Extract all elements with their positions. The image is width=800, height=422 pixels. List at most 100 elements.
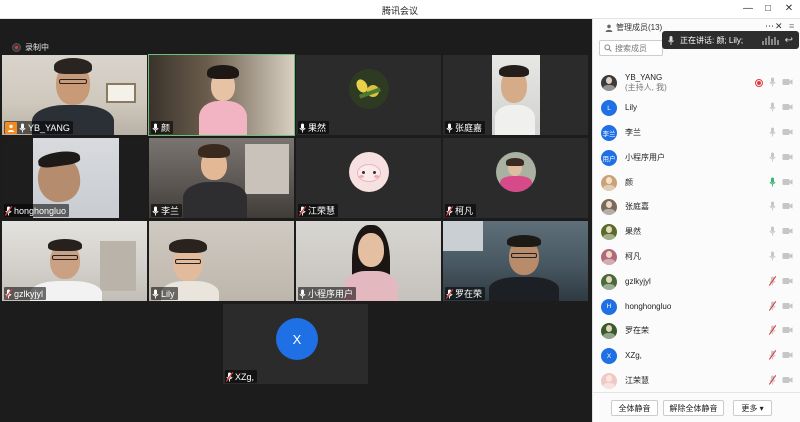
video-tile[interactable]: 柯凡 [442,137,589,219]
member-row[interactable]: 用户 小程序用户 [593,145,800,170]
video-tile[interactable]: 罗在荣 [442,220,589,302]
member-avatar: 用户 [601,149,617,166]
member-avatar [601,199,617,216]
member-mic-icon[interactable] [769,152,776,164]
avatar-photo [606,250,612,258]
member-row[interactable]: 柯凡 [593,245,800,270]
member-mic-icon[interactable] [769,251,776,263]
mic-muted-icon [299,205,306,216]
mic-icon [152,123,159,133]
maximize-icon[interactable]: □ [761,2,775,16]
video-tile[interactable]: gzlkyjyl [1,220,148,302]
member-row[interactable]: 江荣慧 [593,369,800,394]
mic-icon [668,35,674,45]
member-status-icons [769,102,793,114]
member-camera-icon[interactable] [782,252,793,262]
member-mic-muted-icon[interactable] [768,374,777,387]
video-tile[interactable]: honghongluo [1,137,148,219]
member-mic-speaking-icon[interactable] [769,177,776,189]
video-tile[interactable]: YB_YANG [1,54,148,136]
minimize-icon[interactable]: — [741,2,755,16]
mic-icon [152,289,159,299]
member-mic-muted-icon[interactable] [768,325,777,337]
mic-muted-icon [446,288,453,299]
member-mic-muted-icon[interactable] [768,300,777,313]
member-camera-icon[interactable] [782,178,793,188]
member-mic-icon[interactable] [769,102,776,114]
participant-name: XZg, [235,371,255,382]
participant-name: 张庭嘉 [455,123,483,133]
member-row[interactable]: X XZg, [593,344,800,369]
avatar-initials: X [606,352,612,360]
participant-nametag: 张庭嘉 [445,121,486,134]
member-camera-icon[interactable] [782,153,793,163]
member-name-block: Lily [625,103,637,113]
video-tile[interactable]: 张庭嘉 [442,54,589,136]
recording-status-icon [755,79,763,88]
search-icon [604,44,612,52]
unmute-all-button[interactable]: 解除全体静音 [663,400,724,416]
member-row[interactable]: Hhonghongluo [593,294,800,319]
member-row[interactable]: 张庭嘉 [593,195,800,220]
member-mic-icon[interactable] [769,127,776,139]
member-row[interactable]: YB_YANG (主持人, 我) [593,71,800,96]
member-name: Lily [625,103,638,113]
video-tile[interactable]: 李兰 [148,137,295,219]
video-tile[interactable]: 果然 [295,54,442,136]
member-camera-icon[interactable] [782,227,793,237]
recording-indicator[interactable]: 录制中 [12,41,49,53]
member-mic-icon[interactable] [769,77,776,89]
avatar-photo-body [603,382,615,389]
member-mic-muted-icon[interactable] [768,275,777,288]
window-title: 腾讯会议 [381,6,418,16]
member-mic-icon[interactable] [769,201,776,213]
member-camera-icon[interactable] [782,326,793,336]
member-camera-icon[interactable] [782,351,793,361]
speaking-tooltip: 正在讲话: 颜; Lily; ↩ [662,31,799,49]
search-box[interactable] [599,40,663,56]
audio-wave-icon [761,35,779,45]
member-camera-icon[interactable] [782,302,793,312]
member-camera-icon[interactable] [782,103,793,113]
search-input[interactable] [615,43,661,53]
host-badge-icon [5,121,17,134]
member-name-block: gzlkyjyl [625,277,651,287]
member-camera-icon[interactable] [782,376,793,386]
member-name-block: 张庭嘉 [625,202,649,212]
video-tile[interactable]: 小程序用户 [295,220,442,302]
video-tile[interactable]: X XZg, [222,303,369,385]
member-mic-icon[interactable] [769,226,776,238]
member-avatar [601,273,617,290]
avatar-photo-body [603,234,615,241]
mic-muted-icon [226,371,233,382]
collapse-icon[interactable]: ↩ [785,35,793,46]
video-grid: 录制中 YB_YANG 颜 果然 张庭嘉 honghongluo 李兰 江荣慧 柯凡 gzlky… [0,19,592,422]
member-row[interactable]: 罗在荣 [593,319,800,344]
video-tile[interactable]: 江荣慧 [295,137,442,219]
member-mic-muted-icon[interactable] [768,350,777,362]
member-camera-icon[interactable] [782,78,793,88]
mute-all-button[interactable]: 全体静音 [611,400,658,416]
video-tile[interactable]: Lily [148,220,295,302]
member-row[interactable]: L Lily [593,96,800,121]
participant-nametag: YB_YANG [4,121,73,134]
video-tile[interactable]: 颜 [148,54,295,136]
close-icon[interactable]: ✕ [782,2,796,16]
panel-footer: 全体静音 解除全体静音 更多 ▾ [593,392,800,422]
member-status-icons [768,374,793,387]
member-row[interactable]: gzlkyjyl [593,269,800,294]
member-avatar [601,248,617,265]
member-camera-icon[interactable] [782,202,793,212]
member-name-block: honghongluo [625,302,671,312]
member-row[interactable]: 果然 [593,220,800,245]
participant-name: Lily [161,288,175,299]
more-button[interactable]: 更多 ▾ [733,400,772,416]
member-camera-icon[interactable] [782,277,793,287]
member-camera-icon[interactable] [782,128,793,138]
member-status-icons [769,226,793,238]
member-row[interactable]: 颜 [593,170,800,195]
avatar [349,69,389,109]
member-row[interactable]: 李兰 李兰 [593,121,800,146]
member-name: YB_YANG [625,73,663,83]
panel-menu-icon[interactable]: ≡ [789,21,794,31]
